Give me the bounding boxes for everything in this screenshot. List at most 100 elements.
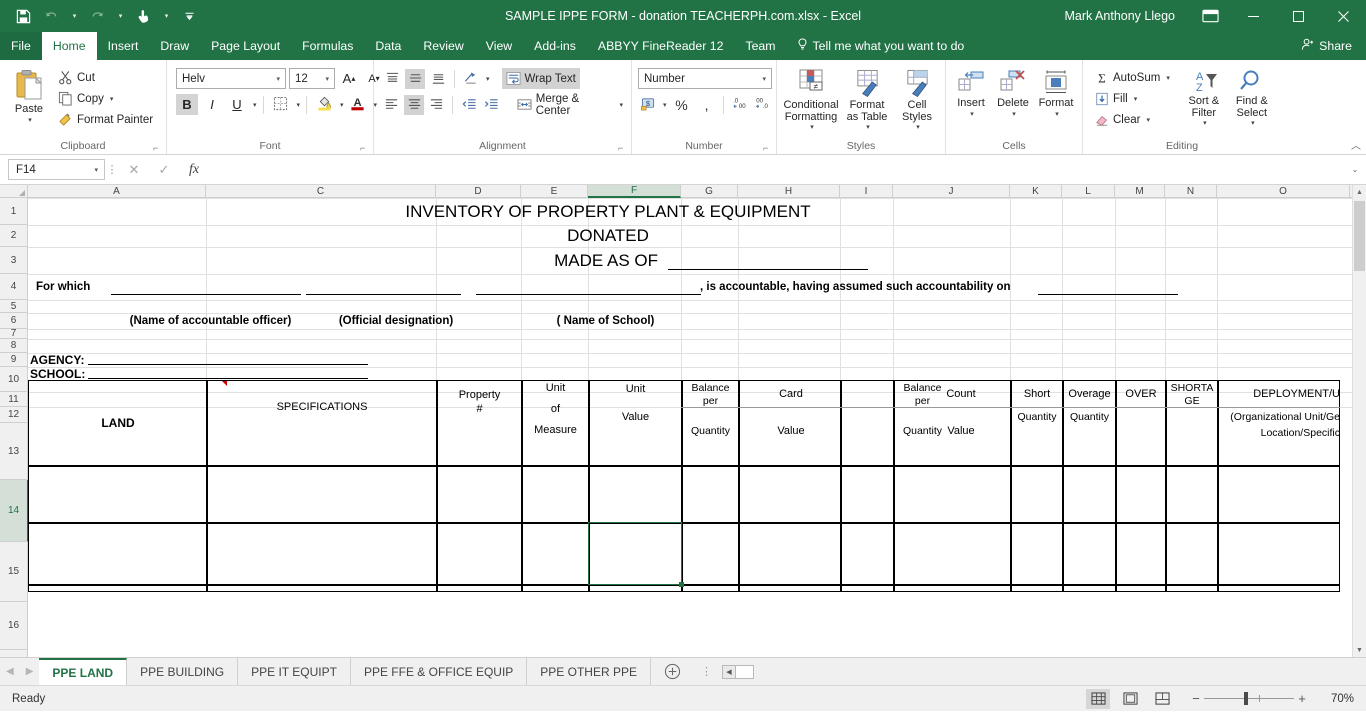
decrease-indent-button[interactable]: [459, 95, 478, 115]
font-dialog-launcher[interactable]: ⌐: [360, 144, 369, 153]
user-account-name[interactable]: Mark Anthony Llego: [1065, 9, 1176, 23]
name-box-caret-icon[interactable]: ▾: [91, 166, 101, 174]
row-header-4[interactable]: 4: [0, 274, 27, 300]
zoom-slider[interactable]: − +: [1188, 691, 1310, 706]
save-icon[interactable]: [14, 7, 33, 26]
minimize-button[interactable]: [1231, 0, 1276, 32]
merge-center-caret-icon[interactable]: ▾: [619, 101, 623, 109]
format-as-table-caret-icon[interactable]: ▾: [866, 123, 870, 131]
paste-button[interactable]: Paste ▾: [4, 67, 54, 126]
ribbon-tab-data[interactable]: Data: [364, 32, 412, 60]
zoom-track[interactable]: [1204, 692, 1294, 705]
align-left-button[interactable]: [382, 95, 401, 115]
insert-cells-button[interactable]: Insert ▾: [950, 67, 992, 120]
zoom-out-button[interactable]: −: [1188, 691, 1204, 706]
font-name-input[interactable]: Helv ▾: [176, 68, 286, 89]
ribbon-tab-view[interactable]: View: [475, 32, 523, 60]
number-format-select[interactable]: Number ▾: [638, 68, 772, 89]
align-top-button[interactable]: [382, 69, 402, 89]
format-as-table-button[interactable]: Format as Table ▾: [841, 67, 893, 133]
sheet-tab-ppe-it-equipt[interactable]: PPE IT EQUIPT: [238, 658, 351, 685]
vertical-scrollbar[interactable]: ▲ ▼: [1352, 185, 1366, 657]
sheet-tab-ppe-other-ppe[interactable]: PPE OTHER PPE: [527, 658, 651, 685]
comma-style-button[interactable]: ,: [697, 95, 717, 115]
previous-sheet-button[interactable]: ◀: [6, 666, 14, 677]
fill-button[interactable]: Fill ▾: [1091, 88, 1174, 109]
font-name-caret-icon[interactable]: ▾: [273, 75, 283, 83]
row-header-1[interactable]: 1: [0, 198, 27, 225]
page-layout-view-button[interactable]: [1118, 689, 1142, 709]
ribbon-tab-review[interactable]: Review: [412, 32, 474, 60]
number-dialog-launcher[interactable]: ⌐: [763, 144, 772, 153]
page-break-view-button[interactable]: [1150, 689, 1174, 709]
formula-input[interactable]: [209, 159, 1346, 180]
delete-cells-caret-icon[interactable]: ▾: [1012, 110, 1016, 118]
row-header-11[interactable]: 11: [0, 392, 27, 407]
format-cells-caret-icon[interactable]: ▾: [1055, 110, 1059, 118]
scroll-down-button[interactable]: ▼: [1353, 643, 1366, 657]
row-header-6[interactable]: 6: [0, 313, 27, 329]
insert-cells-caret-icon[interactable]: ▾: [970, 110, 974, 118]
ribbon-tab-file[interactable]: File: [0, 32, 42, 60]
format-cells-button[interactable]: Format ▾: [1034, 67, 1078, 120]
clipboard-dialog-launcher[interactable]: ⌐: [153, 144, 162, 153]
new-sheet-button[interactable]: [651, 658, 693, 685]
row-header-7[interactable]: 7: [0, 328, 27, 339]
alignment-dialog-launcher[interactable]: ⌐: [618, 144, 627, 153]
sheet-tab-splitter[interactable]: ⋮: [693, 658, 720, 685]
bold-button[interactable]: B: [176, 94, 198, 115]
zoom-level-value[interactable]: 70%: [1318, 693, 1354, 705]
row-header-9[interactable]: 9: [0, 353, 27, 367]
sheet-tab-ppe-land[interactable]: PPE LAND: [39, 658, 128, 685]
horizontal-scroll-track[interactable]: ◀: [722, 664, 754, 679]
select-all-button[interactable]: [0, 185, 28, 197]
underline-caret-icon[interactable]: ▾: [253, 101, 257, 109]
row-header-12[interactable]: 12: [0, 407, 27, 423]
name-box[interactable]: F14 ▾: [8, 159, 105, 180]
normal-view-button[interactable]: [1086, 688, 1110, 709]
format-painter-button[interactable]: Format Painter: [54, 109, 157, 130]
column-header-f[interactable]: F: [588, 185, 681, 198]
ribbon-tab-home[interactable]: Home: [41, 32, 97, 60]
clear-button[interactable]: Clear ▾: [1091, 109, 1174, 130]
find-select-caret-icon[interactable]: ▾: [1251, 119, 1255, 127]
insert-function-button[interactable]: fx: [179, 159, 209, 180]
ribbon-display-options-icon[interactable]: [1189, 0, 1231, 32]
delete-cells-button[interactable]: Delete ▾: [992, 67, 1034, 120]
touch-mode-caret[interactable]: ▾: [162, 12, 171, 20]
row-header-14[interactable]: 14: [0, 480, 29, 542]
row-header-3[interactable]: 3: [0, 247, 27, 274]
ribbon-tab-team[interactable]: Team: [734, 32, 786, 60]
column-header-i[interactable]: I: [840, 185, 893, 197]
row-header-5[interactable]: 5: [0, 300, 27, 313]
undo-icon[interactable]: [42, 7, 61, 26]
column-header-j[interactable]: J: [893, 185, 1010, 197]
redo-dropdown-caret[interactable]: ▾: [116, 12, 125, 20]
underline-button[interactable]: U: [226, 94, 248, 115]
borders-button[interactable]: [270, 94, 292, 115]
enter-formula-button[interactable]: ✓: [149, 159, 179, 180]
font-color-button[interactable]: A: [347, 94, 369, 115]
next-sheet-button[interactable]: ▶: [26, 666, 34, 677]
orientation-button[interactable]: [461, 69, 481, 89]
column-header-d[interactable]: D: [436, 185, 521, 197]
zoom-thumb[interactable]: [1244, 692, 1248, 705]
fill-color-caret-icon[interactable]: ▾: [340, 101, 344, 109]
fill-caret-icon[interactable]: ▾: [1134, 95, 1138, 103]
row-header-13[interactable]: 13: [0, 423, 27, 480]
cell-styles-button[interactable]: Cell Styles ▾: [893, 67, 941, 133]
column-header-h[interactable]: H: [738, 185, 840, 197]
column-header-e[interactable]: E: [521, 185, 588, 197]
font-size-caret-icon[interactable]: ▾: [322, 75, 332, 83]
column-header-k[interactable]: K: [1010, 185, 1062, 197]
row-header-10[interactable]: 10: [0, 367, 27, 392]
font-size-input[interactable]: 12 ▾: [289, 68, 335, 89]
conditional-formatting-button[interactable]: ≠ Conditional Formatting ▾: [781, 67, 841, 133]
ribbon-tab-abbyy-finereader[interactable]: ABBYY FineReader 12: [587, 32, 735, 60]
italic-button[interactable]: I: [201, 94, 223, 115]
ribbon-tab-draw[interactable]: Draw: [149, 32, 200, 60]
row-header-16[interactable]: 16: [0, 602, 27, 650]
sort-filter-caret-icon[interactable]: ▾: [1203, 119, 1207, 127]
number-format-caret-icon[interactable]: ▾: [759, 75, 769, 83]
copy-caret-icon[interactable]: ▾: [110, 95, 114, 103]
